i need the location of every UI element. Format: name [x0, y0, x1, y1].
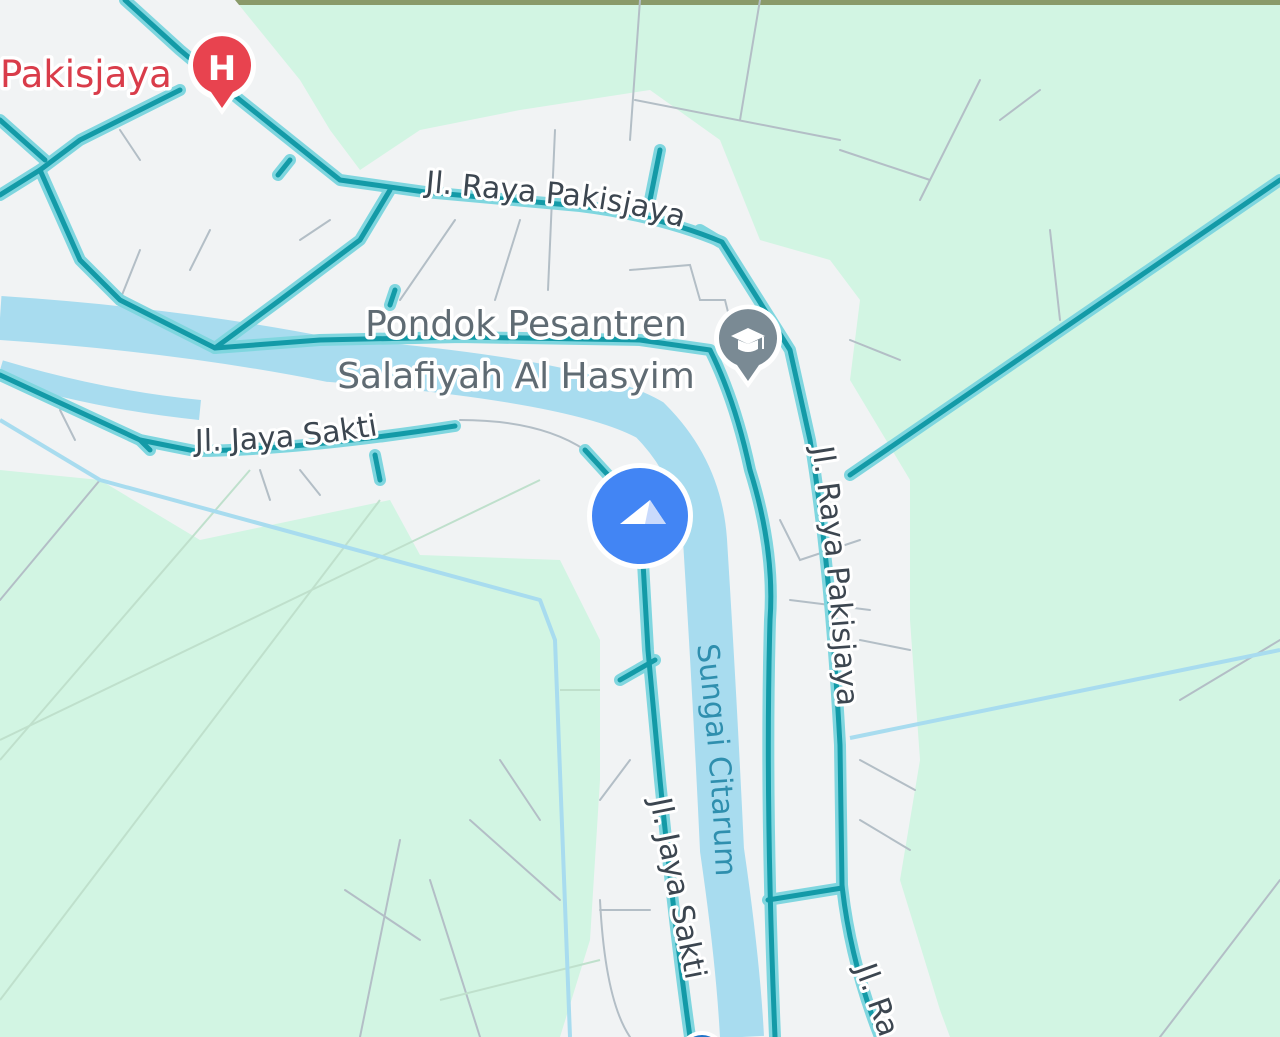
- place-label-pakisjaya[interactable]: Pakisjaya: [0, 50, 175, 100]
- map-canvas[interactable]: Jl. Raya Pakisjaya Jl. Raya Pakisjaya Jl…: [0, 0, 1280, 1037]
- navigation-arrow-icon[interactable]: [587, 463, 693, 569]
- hospital-glyph: H: [208, 49, 236, 89]
- poi-label-line2[interactable]: Salafiyah Al Hasyim: [334, 353, 699, 401]
- poi-label-line1[interactable]: Pondok Pesantren: [362, 301, 691, 349]
- map-view[interactable]: Jl. Raya Pakisjaya Jl. Raya Pakisjaya Jl…: [0, 0, 1280, 1037]
